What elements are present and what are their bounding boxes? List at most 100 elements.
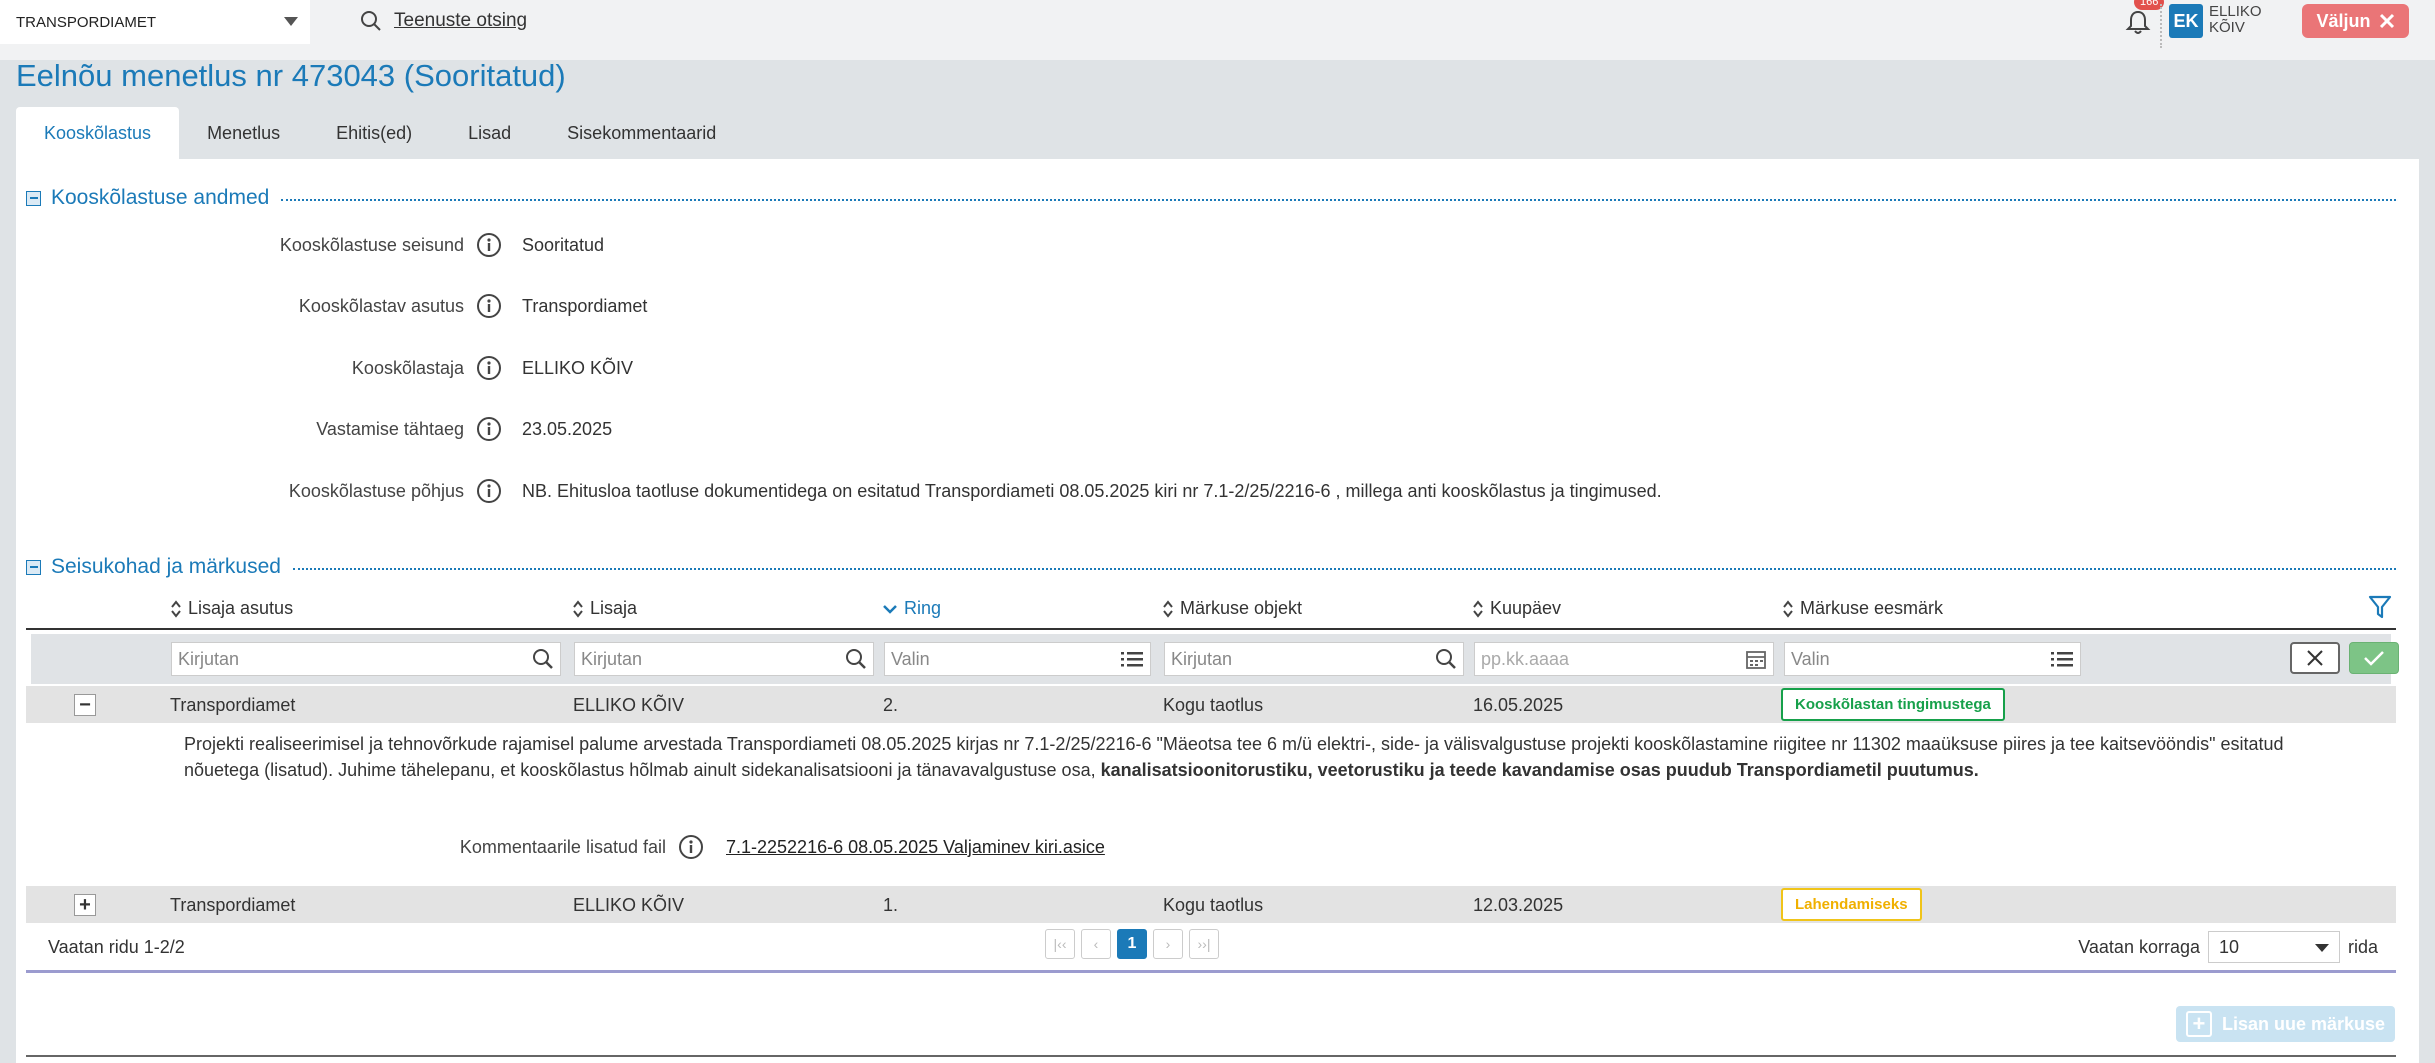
collapse-icon[interactable] — [26, 190, 41, 206]
filter-eesmark-select[interactable]: Valin — [1784, 642, 2081, 676]
cell-asutus: Transpordiamet — [170, 895, 296, 915]
top-bar: TRANSPORDIAMET Teenuste otsing 166 EK EL… — [0, 0, 2435, 60]
filter-lisaja-input[interactable]: Kirjutan — [574, 642, 874, 676]
filter-objekt-input[interactable]: Kirjutan — [1164, 642, 1464, 676]
organization-select-value: TRANSPORDIAMET — [16, 13, 157, 31]
tab-ehitised[interactable]: Ehitis(ed) — [308, 107, 440, 159]
status-badge: Lahendamiseks — [1781, 888, 1922, 921]
collapse-icon[interactable] — [26, 559, 41, 575]
plus-icon: + — [2185, 1011, 2212, 1037]
list-icon — [2051, 652, 2073, 667]
column-header-lisaja-asutus[interactable]: Lisaja asutus — [170, 598, 293, 619]
info-icon[interactable] — [476, 232, 502, 258]
filter-placeholder: pp.kk.aaaa — [1481, 648, 1570, 669]
field-value: 23.05.2025 — [522, 418, 613, 439]
column-label: Märkuse objekt — [1180, 598, 1303, 618]
page-button[interactable]: 1 — [1117, 929, 1147, 959]
field-value: NB. Ehitusloa taotluse dokumentidega on … — [522, 480, 1662, 501]
page-size-select[interactable]: 10 — [2207, 931, 2340, 963]
page-size-control: Vaatan korraga 10 rida — [2078, 931, 2378, 963]
attachment-label: Kommentaarile lisatud fail — [459, 836, 666, 857]
field-row-state: Kooskõlastuse seisund Sooritatud — [0, 230, 2000, 260]
tab-lisad[interactable]: Lisad — [440, 107, 539, 159]
field-value: Sooritatud — [522, 234, 605, 255]
column-label: Lisaja — [590, 598, 638, 618]
prev-page-button[interactable]: ‹ — [1081, 929, 1111, 959]
info-icon[interactable] — [476, 478, 502, 504]
tab-sisekommentaarid[interactable]: Sisekommentaarid — [539, 107, 744, 159]
service-search-label: Teenuste otsing — [394, 10, 528, 31]
first-page-button[interactable]: |‹‹ — [1045, 929, 1075, 959]
filter-placeholder: Kirjutan — [581, 648, 643, 669]
column-header-kuupaev[interactable]: Kuupäev — [1472, 598, 1561, 619]
page-title: Eelnõu menetlus nr 473043 (Sooritatud) — [16, 58, 566, 93]
cell-lisaja: ELLIKO KÕIV — [573, 895, 685, 915]
remark-text-bold: kanalisatsioonitorustiku, veetorustiku j… — [1100, 760, 1979, 780]
rows-info: Vaatan ridu 1-2/2 — [48, 937, 185, 957]
filter-lisaja-asutus-input[interactable]: Kirjutan — [171, 642, 561, 676]
bell-icon[interactable] — [2124, 8, 2152, 36]
table-header: Lisaja asutus Lisaja Ring Märkuse objekt… — [26, 590, 2396, 630]
info-icon[interactable] — [476, 293, 502, 319]
sort-icon — [171, 599, 181, 618]
divider — [292, 568, 2396, 570]
service-search-link[interactable]: Teenuste otsing — [360, 8, 527, 34]
field-label: Vastamise tähtaeg — [316, 418, 464, 439]
table-row[interactable]: + Transpordiamet ELLIKO KÕIV 1. Kogu tao… — [26, 886, 2396, 923]
info-icon[interactable] — [476, 355, 502, 381]
sort-icon — [1163, 599, 1173, 618]
attachment-file-link[interactable]: 7.1-2252216-6 08.05.2025 Valjaminev kiri… — [726, 837, 1105, 858]
field-value: ELLIKO KÕIV — [522, 357, 634, 378]
field-row-deadline: Vastamise tähtaeg 23.05.2025 — [0, 414, 2000, 444]
divider — [2160, 4, 2162, 48]
cell-kuupaev: 12.03.2025 — [1473, 895, 1564, 915]
add-remark-label: Lisan uue märkuse — [2221, 1013, 2386, 1034]
sort-icon — [1473, 599, 1483, 618]
expand-row-button[interactable]: + — [74, 894, 96, 916]
field-label: Kooskõlastuse põhjus — [288, 480, 464, 501]
filter-placeholder: Valin — [1791, 648, 1830, 669]
apply-filters-button[interactable] — [2349, 642, 2399, 674]
column-header-eesmark[interactable]: Märkuse eesmärk — [1782, 598, 1943, 619]
cell-ring: 1. — [883, 895, 899, 915]
filter-ring-select[interactable]: Valin — [884, 642, 1151, 676]
remark-detail-text: Projekti realiseerimisel ja tehnovõrkude… — [184, 731, 2334, 783]
add-remark-button[interactable]: + Lisan uue märkuse — [2176, 1006, 2395, 1042]
attachment-row: Kommentaarile lisatud fail 7.1-2252216-6… — [0, 832, 1105, 862]
chevron-down-icon — [2314, 944, 2329, 952]
column-header-lisaja[interactable]: Lisaja — [572, 598, 637, 619]
cell-objekt: Kogu taotlus — [1163, 695, 1264, 715]
filter-date-input[interactable]: pp.kk.aaaa — [1474, 642, 1774, 676]
filter-placeholder: Kirjutan — [178, 648, 240, 669]
cell-kuupaev: 16.05.2025 — [1473, 695, 1564, 715]
info-icon[interactable] — [678, 834, 704, 860]
close-icon — [2379, 13, 2394, 29]
last-page-button[interactable]: ››| — [1189, 929, 1219, 959]
sort-icon — [1783, 599, 1793, 618]
filter-icon[interactable] — [2368, 594, 2392, 620]
filter-placeholder: Valin — [891, 648, 930, 669]
field-row-reason: Kooskõlastuse põhjus NB. Ehitusloa taotl… — [0, 476, 2000, 506]
logout-button[interactable]: Väljun — [2302, 4, 2409, 38]
next-page-button[interactable]: › — [1153, 929, 1183, 959]
column-label: Lisaja asutus — [188, 598, 294, 618]
chevron-down-icon — [284, 17, 298, 26]
column-header-objekt[interactable]: Märkuse objekt — [1162, 598, 1302, 619]
organization-select[interactable]: TRANSPORDIAMET — [0, 0, 310, 44]
user-name[interactable]: ELLIKO KÕIV — [2209, 4, 2269, 36]
tab-kooskolastus[interactable]: Kooskõlastus — [16, 107, 180, 159]
search-icon — [846, 649, 866, 669]
avatar[interactable]: EK — [2169, 4, 2203, 38]
column-header-ring[interactable]: Ring — [882, 598, 941, 619]
section-title: Seisukohad ja märkused — [51, 555, 281, 578]
info-icon[interactable] — [476, 416, 502, 442]
section-header-remarks: Seisukohad ja märkused — [26, 555, 2396, 579]
table-row[interactable]: − Transpordiamet ELLIKO KÕIV 2. Kogu tao… — [26, 686, 2396, 723]
column-label: Kuupäev — [1490, 598, 1562, 618]
clear-filters-button[interactable] — [2290, 642, 2340, 674]
collapse-row-button[interactable]: − — [74, 694, 96, 716]
divider — [26, 1055, 2396, 1057]
tab-menetlus[interactable]: Menetlus — [179, 107, 308, 159]
logout-label: Väljun — [2316, 10, 2371, 31]
page-size-suffix: rida — [2347, 936, 2378, 957]
